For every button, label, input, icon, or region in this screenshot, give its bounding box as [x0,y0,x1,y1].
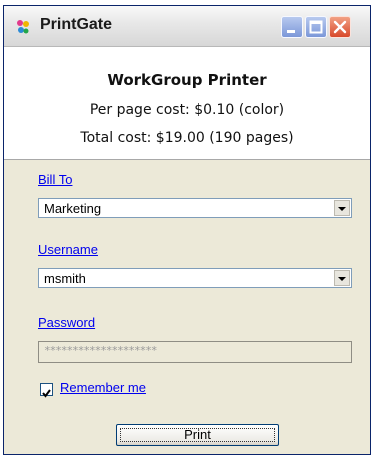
remember-me-checkbox[interactable] [40,383,53,398]
minimize-button[interactable] [281,16,303,38]
chevron-down-icon[interactable] [334,270,350,286]
username-select[interactable]: msmith [38,268,352,288]
printgate-window: PrintGate WorkGroup Printer Per page cos… [3,5,371,455]
password-field[interactable]: ******************** [38,341,352,363]
password-value: ******************** [44,344,157,357]
app-icon [14,19,32,37]
bill-to-select[interactable]: Marketing [38,198,352,218]
remember-me-link[interactable]: Remember me [60,380,146,395]
checkmark-icon [42,389,51,398]
username-value: msmith [44,271,86,286]
total-cost: Total cost: $19.00 (190 pages) [80,130,294,146]
summary-panel: WorkGroup Printer Per page cost: $0.10 (… [4,47,370,160]
printer-name: WorkGroup Printer [107,71,267,89]
window-title: PrintGate [40,16,113,33]
minimize-icon [287,30,295,33]
password-link[interactable]: Password [38,315,95,330]
title-bar[interactable]: PrintGate [4,6,370,47]
maximize-icon [309,20,323,34]
bill-to-value: Marketing [44,201,102,216]
bill-to-link[interactable]: Bill To [38,172,72,187]
close-icon [333,20,347,34]
print-button[interactable]: Print [116,424,279,446]
per-page-cost: Per page cost: $0.10 (color) [89,102,285,118]
close-button[interactable] [329,16,351,38]
maximize-button[interactable] [305,16,327,38]
chevron-down-icon[interactable] [334,200,350,216]
username-link[interactable]: Username [38,242,98,257]
